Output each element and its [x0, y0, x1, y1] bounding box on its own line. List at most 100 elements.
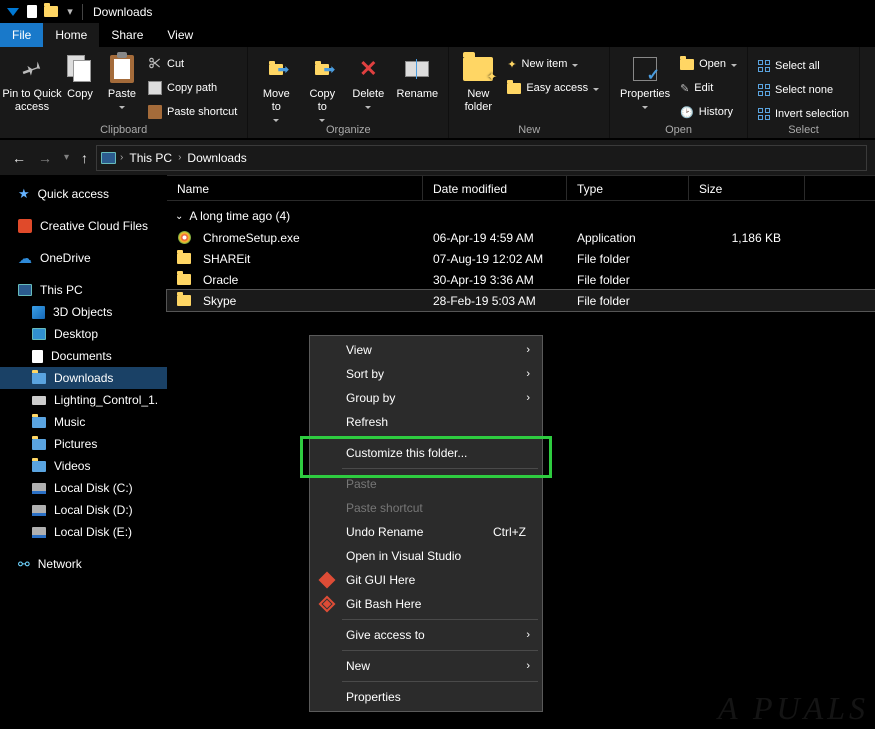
open-button[interactable]: Open — [676, 54, 741, 74]
qat-document-icon[interactable] — [24, 4, 40, 20]
nav-lighting[interactable]: Lighting_Control_1. — [0, 389, 167, 411]
tab-share[interactable]: Share — [99, 23, 155, 47]
file-name: ChromeSetup.exe — [193, 231, 423, 245]
tab-view[interactable]: View — [155, 23, 205, 47]
nav-downloads[interactable]: Downloads — [0, 367, 167, 389]
rename-icon — [401, 53, 433, 85]
folder-open-icon — [680, 59, 694, 70]
nav-music[interactable]: Music — [0, 411, 167, 433]
delete-button[interactable]: ✕ Delete — [346, 50, 390, 109]
file-row[interactable]: ChromeSetup.exe06-Apr-19 4:59 AMApplicat… — [167, 227, 875, 248]
qat-overflow-icon[interactable]: ▾ — [62, 4, 78, 20]
cut-button[interactable]: Cut — [144, 54, 241, 74]
nav-quick-access[interactable]: ★Quick access — [0, 183, 167, 205]
title-bar: ▾ Downloads — [0, 0, 875, 23]
nav-videos[interactable]: Videos — [0, 455, 167, 477]
properties-button[interactable]: Properties — [616, 50, 674, 109]
tab-file[interactable]: File — [0, 23, 43, 47]
nav-local-disk-c[interactable]: Local Disk (C:) — [0, 477, 167, 499]
nav-3d-objects[interactable]: 3D Objects — [0, 301, 167, 323]
chevron-right-icon[interactable]: › — [120, 152, 123, 163]
new-item-button[interactable]: ✦ New item — [503, 54, 603, 74]
folder-icon — [167, 253, 193, 264]
nav-pictures[interactable]: Pictures — [0, 433, 167, 455]
nav-onedrive[interactable]: ☁OneDrive — [0, 247, 167, 269]
file-date: 30-Apr-19 3:36 AM — [423, 273, 567, 287]
ctx-git-bash[interactable]: Git Bash Here — [312, 592, 540, 616]
column-type[interactable]: Type — [567, 176, 689, 200]
nav-forward-button[interactable]: → — [34, 146, 56, 170]
ribbon-group-new: New folder ✦ New item Easy access New — [449, 47, 610, 138]
disk-icon — [32, 483, 46, 494]
nav-up-button[interactable]: ↑ — [77, 146, 92, 170]
paste-shortcut-button[interactable]: Paste shortcut — [144, 102, 241, 122]
ctx-open-vs[interactable]: Open in Visual Studio — [312, 544, 540, 568]
chevron-right-icon: › — [526, 629, 530, 641]
breadcrumb[interactable]: › This PC › Downloads — [96, 145, 867, 171]
copy-button[interactable]: Copy — [60, 50, 100, 101]
nav-this-pc[interactable]: This PC — [0, 279, 167, 301]
ctx-paste-shortcut: Paste shortcut — [312, 496, 540, 520]
nav-bar: ← → ▾ ↑ › This PC › Downloads — [0, 139, 875, 175]
copy-to-button[interactable]: ➡ Copy to — [300, 50, 344, 122]
column-date[interactable]: Date modified — [423, 176, 567, 200]
file-row[interactable]: Skype28-Feb-19 5:03 AMFile folder — [167, 290, 875, 311]
select-all-button[interactable]: Select all — [754, 56, 853, 76]
chevron-down-icon — [572, 64, 578, 67]
file-type: File folder — [567, 252, 689, 266]
chevron-right-icon[interactable]: › — [178, 152, 181, 163]
move-to-button[interactable]: ➡ Move to — [254, 50, 298, 122]
ctx-refresh[interactable]: Refresh — [312, 410, 540, 434]
breadcrumb-thispc[interactable]: This PC — [127, 151, 174, 165]
copy-path-button[interactable]: Copy path — [144, 78, 241, 98]
nav-network[interactable]: ⚯Network — [0, 553, 167, 575]
edit-button[interactable]: ✎ Edit — [676, 78, 741, 98]
easy-access-icon — [507, 83, 521, 94]
breadcrumb-downloads[interactable]: Downloads — [185, 151, 248, 165]
ctx-paste: Paste — [312, 472, 540, 496]
file-type: File folder — [567, 294, 689, 308]
ctx-customize-folder[interactable]: Customize this folder... — [312, 441, 540, 465]
pin-to-quick-access-button[interactable]: Pin to Quick access — [6, 50, 58, 114]
select-none-icon — [758, 84, 770, 96]
file-row[interactable]: Oracle30-Apr-19 3:36 AMFile folder — [167, 269, 875, 290]
nav-creative-cloud[interactable]: Creative Cloud Files — [0, 215, 167, 237]
ctx-undo-rename[interactable]: Undo RenameCtrl+Z — [312, 520, 540, 544]
copy-to-icon: ➡ — [306, 53, 338, 85]
nav-recent-button[interactable]: ▾ — [60, 148, 73, 167]
easy-access-button[interactable]: Easy access — [503, 78, 603, 98]
chevron-right-icon: › — [526, 392, 530, 404]
nav-back-button[interactable]: ← — [8, 146, 30, 170]
nav-local-disk-e[interactable]: Local Disk (E:) — [0, 521, 167, 543]
new-folder-button[interactable]: New folder — [455, 50, 501, 114]
ctx-properties[interactable]: Properties — [312, 685, 540, 709]
paste-button[interactable]: Paste — [102, 50, 142, 109]
select-none-button[interactable]: Select none — [754, 80, 853, 100]
column-size[interactable]: Size — [689, 176, 805, 200]
ctx-give-access[interactable]: Give access to› — [312, 623, 540, 647]
pictures-icon — [32, 439, 46, 450]
copy-path-icon — [148, 81, 162, 95]
nav-desktop[interactable]: Desktop — [0, 323, 167, 345]
nav-documents[interactable]: Documents — [0, 345, 167, 367]
folder-icon — [167, 295, 193, 306]
qat-folder-icon[interactable] — [43, 4, 59, 20]
invert-selection-button[interactable]: Invert selection — [754, 104, 853, 124]
rename-button[interactable]: Rename — [392, 50, 442, 101]
nav-local-disk-d[interactable]: Local Disk (D:) — [0, 499, 167, 521]
desktop-icon — [32, 328, 46, 340]
ctx-group-by[interactable]: Group by› — [312, 386, 540, 410]
folder-icon — [167, 274, 193, 285]
ctx-view[interactable]: View› — [312, 338, 540, 362]
network-icon: ⚯ — [18, 556, 30, 573]
history-button[interactable]: 🕑 History — [676, 102, 741, 122]
column-name[interactable]: Name — [167, 176, 423, 200]
tab-home[interactable]: Home — [43, 23, 99, 47]
ctx-sort-by[interactable]: Sort by› — [312, 362, 540, 386]
ctx-git-gui[interactable]: Git GUI Here — [312, 568, 540, 592]
app-menu-icon[interactable] — [5, 4, 21, 20]
file-row[interactable]: SHAREit07-Aug-19 12:02 AMFile folder — [167, 248, 875, 269]
chevron-down-icon — [593, 88, 599, 91]
group-header[interactable]: ⌄ A long time ago (4) — [167, 201, 875, 227]
ctx-new[interactable]: New› — [312, 654, 540, 678]
